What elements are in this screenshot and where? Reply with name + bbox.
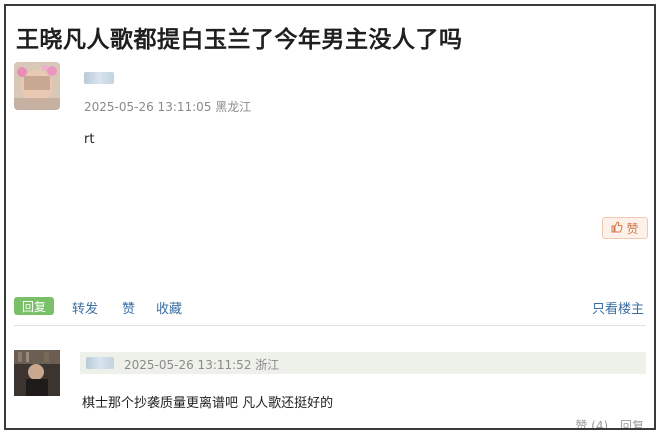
reply-body: 棋士那个抄袭质量更离谱吧 凡人歌还挺好的 <box>82 396 334 411</box>
divider <box>14 325 646 326</box>
reply-timestamp: 2025-05-26 13:11:52 <box>124 358 252 372</box>
reply-reply-link[interactable]: 回复 <box>620 419 644 428</box>
reply-location: 浙江 <box>255 358 280 372</box>
post-frame: 王晓凡人歌都提白玉兰了今年男主没人了吗 2025-05-26 13:11:05 … <box>4 4 656 430</box>
favorite-link[interactable]: 收藏 <box>156 298 182 317</box>
reply-button[interactable]: 回复 <box>14 297 54 315</box>
reply-username-blurred[interactable] <box>86 357 114 369</box>
post-meta: 2025-05-26 13:11:05 黑龙江 <box>84 98 251 115</box>
post-title: 王晓凡人歌都提白玉兰了今年男主没人了吗 <box>16 27 463 53</box>
reply-header: 2025-05-26 13:11:52 浙江 <box>80 352 646 374</box>
reply-like-link[interactable]: 赞 (4) <box>575 419 608 428</box>
reply-actions: 赞 (4) 回复 <box>567 417 644 428</box>
username-blurred[interactable] <box>84 72 114 84</box>
reply-avatar[interactable] <box>14 350 60 396</box>
post-timestamp: 2025-05-26 13:11:05 <box>84 100 212 114</box>
post-actions: 回复 转发 赞 收藏 只看楼主 <box>14 297 646 317</box>
only-author-link[interactable]: 只看楼主 <box>592 298 644 317</box>
thumbs-up-icon <box>611 220 624 236</box>
post-like-label: 赞 <box>626 221 639 236</box>
post-like-button[interactable]: 赞 <box>602 217 648 239</box>
like-link[interactable]: 赞 <box>122 298 135 317</box>
reply-meta: 2025-05-26 13:11:52 浙江 <box>124 356 279 373</box>
avatar[interactable] <box>14 62 60 110</box>
forward-link[interactable]: 转发 <box>72 298 98 317</box>
post-location: 黑龙江 <box>215 100 252 114</box>
post-body: rt <box>84 132 95 147</box>
